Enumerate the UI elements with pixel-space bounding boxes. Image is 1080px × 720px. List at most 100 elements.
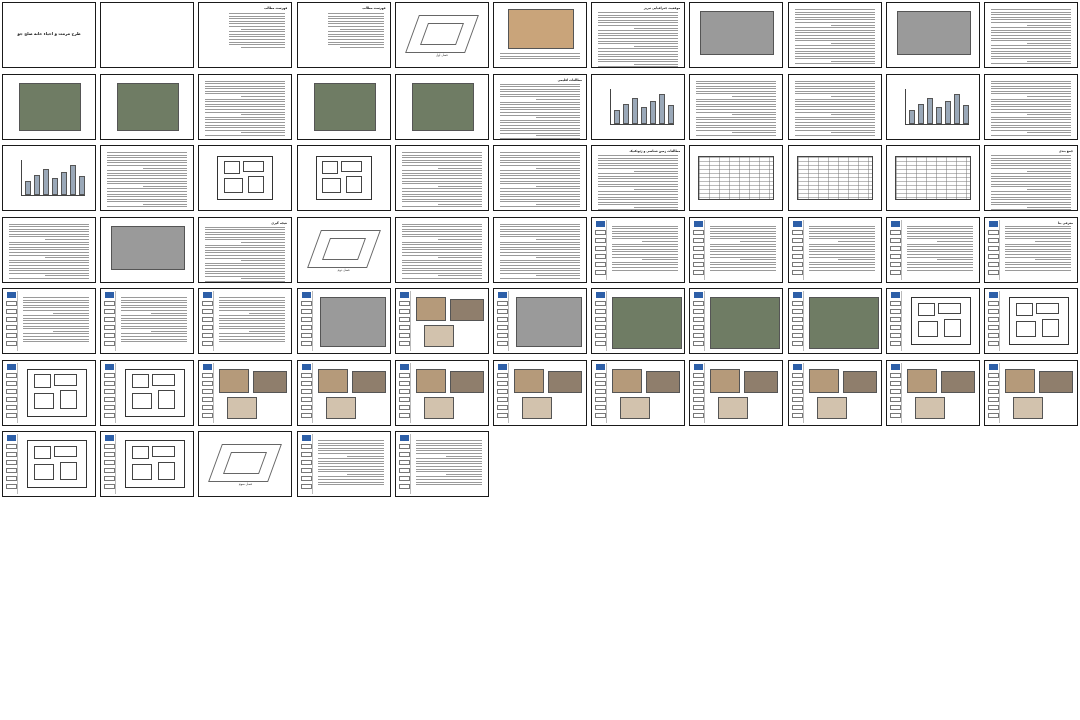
text-line xyxy=(794,83,875,85)
page-thumbnail[interactable] xyxy=(689,216,784,283)
page-thumbnail[interactable]: فهرست مطالب xyxy=(198,2,293,68)
page-thumbnail[interactable] xyxy=(198,73,293,140)
page-thumbnail[interactable] xyxy=(787,359,882,426)
page-thumbnail[interactable] xyxy=(2,73,96,140)
page-thumbnail[interactable] xyxy=(198,359,293,426)
page-thumbnail[interactable] xyxy=(885,145,980,211)
page-thumbnail[interactable]: مطالعات اقلیمی xyxy=(493,73,587,140)
page-thumbnail[interactable] xyxy=(591,288,686,354)
page-thumbnail[interactable]: فصل دوم xyxy=(296,216,391,283)
text-line xyxy=(710,264,777,266)
plan-room xyxy=(158,390,176,409)
page-thumbnail[interactable] xyxy=(198,145,293,211)
page-thumbnail[interactable] xyxy=(984,359,1078,426)
sidebar-box xyxy=(104,404,116,410)
page-thumbnail[interactable] xyxy=(591,359,686,426)
page-thumbnail[interactable] xyxy=(2,145,96,211)
page-thumbnail[interactable] xyxy=(296,145,391,211)
page-thumbnail[interactable] xyxy=(591,73,686,140)
page-thumbnail[interactable] xyxy=(296,288,391,354)
page-thumbnail[interactable] xyxy=(2,216,96,283)
page-thumbnail[interactable] xyxy=(591,216,686,283)
page-thumbnail[interactable]: فصل سوم xyxy=(198,431,293,497)
page-thumbnail[interactable] xyxy=(885,359,980,426)
text-line xyxy=(107,201,188,203)
page-thumbnail[interactable]: طرح مرمت و احیاء خانه صلح جو xyxy=(2,2,96,68)
sidebar-box xyxy=(6,325,17,330)
page-thumbnail[interactable] xyxy=(493,2,587,68)
logo-icon xyxy=(792,220,802,227)
logo-icon xyxy=(989,292,998,298)
page-thumbnail[interactable] xyxy=(394,431,489,497)
page-thumbnail[interactable] xyxy=(493,359,587,426)
page-thumbnail[interactable] xyxy=(787,145,882,211)
page-thumbnail[interactable] xyxy=(394,359,489,426)
text-line xyxy=(401,277,482,279)
text-line xyxy=(401,249,482,251)
page-thumbnail[interactable]: معرفی بنا xyxy=(984,216,1078,283)
page-thumbnail[interactable] xyxy=(100,359,195,426)
page-thumbnail[interactable] xyxy=(493,145,587,211)
page-thumbnail[interactable] xyxy=(198,288,293,354)
page-thumbnail[interactable] xyxy=(100,288,195,354)
page-thumbnail[interactable]: جمع بندی xyxy=(984,145,1078,211)
page-thumbnail[interactable] xyxy=(394,73,489,140)
page-thumbnail[interactable] xyxy=(885,288,980,354)
page-thumbnail[interactable] xyxy=(984,2,1078,68)
sidebar-box xyxy=(497,333,508,338)
page-thumbnail[interactable] xyxy=(296,73,391,140)
page-thumbnail[interactable] xyxy=(100,216,195,283)
page-thumbnail[interactable] xyxy=(787,216,882,283)
text-line xyxy=(838,241,875,243)
text-line xyxy=(219,333,286,335)
page-thumbnail[interactable] xyxy=(689,73,784,140)
page-thumbnail[interactable] xyxy=(2,288,96,354)
page-thumbnail[interactable] xyxy=(2,359,96,426)
page-thumbnail[interactable] xyxy=(787,2,882,68)
text-line xyxy=(401,162,482,164)
page-thumbnail[interactable] xyxy=(2,431,96,497)
page-thumbnail[interactable]: نتیجه گیری xyxy=(198,216,293,283)
page-thumbnail[interactable]: فصل اول xyxy=(394,2,489,68)
page-thumbnail[interactable] xyxy=(984,288,1078,354)
text-line xyxy=(710,251,777,253)
sidebar-box xyxy=(104,484,116,489)
page-thumbnail[interactable] xyxy=(296,431,391,497)
page-sidebar xyxy=(201,362,215,423)
page-thumbnail[interactable] xyxy=(394,145,489,211)
text-line xyxy=(536,99,580,101)
page-thumbnail[interactable] xyxy=(689,359,784,426)
page-thumbnail[interactable] xyxy=(493,288,587,354)
text-line xyxy=(205,247,286,249)
page-thumbnail[interactable] xyxy=(100,2,195,68)
text-line xyxy=(107,177,188,179)
page-thumbnail[interactable] xyxy=(885,2,980,68)
page-thumbnail[interactable] xyxy=(100,73,195,140)
page-heading: نتیجه گیری xyxy=(271,220,288,225)
page-thumbnail[interactable] xyxy=(885,73,980,140)
text-line xyxy=(205,252,286,254)
text-line xyxy=(710,243,777,245)
page-thumbnail[interactable] xyxy=(984,73,1078,140)
page-thumbnail[interactable] xyxy=(394,216,489,283)
page-thumbnail[interactable]: مطالعات زمین شناسی و ژئوتکنیک xyxy=(591,145,686,211)
text-line xyxy=(401,188,482,190)
page-thumbnail[interactable] xyxy=(100,145,195,211)
page-thumbnail[interactable] xyxy=(689,145,784,211)
text-line xyxy=(634,27,679,29)
page-thumbnail[interactable] xyxy=(689,2,784,68)
page-thumbnail[interactable] xyxy=(689,288,784,354)
page-thumbnail[interactable] xyxy=(296,359,391,426)
page-thumbnail[interactable] xyxy=(394,288,489,354)
sidebar-box xyxy=(202,396,214,402)
page-thumbnail[interactable] xyxy=(100,431,195,497)
page-thumbnail[interactable]: فهرست مطالب xyxy=(296,2,391,68)
page-thumbnail[interactable] xyxy=(787,288,882,354)
page-sidebar xyxy=(398,362,411,423)
site-map xyxy=(319,297,386,347)
page-thumbnail[interactable] xyxy=(493,216,587,283)
page-thumbnail[interactable] xyxy=(787,73,882,140)
page-thumbnail[interactable] xyxy=(885,216,980,283)
text-line xyxy=(794,129,875,131)
page-thumbnail[interactable]: موقعیت جغرافیایی تبریز xyxy=(591,2,686,68)
